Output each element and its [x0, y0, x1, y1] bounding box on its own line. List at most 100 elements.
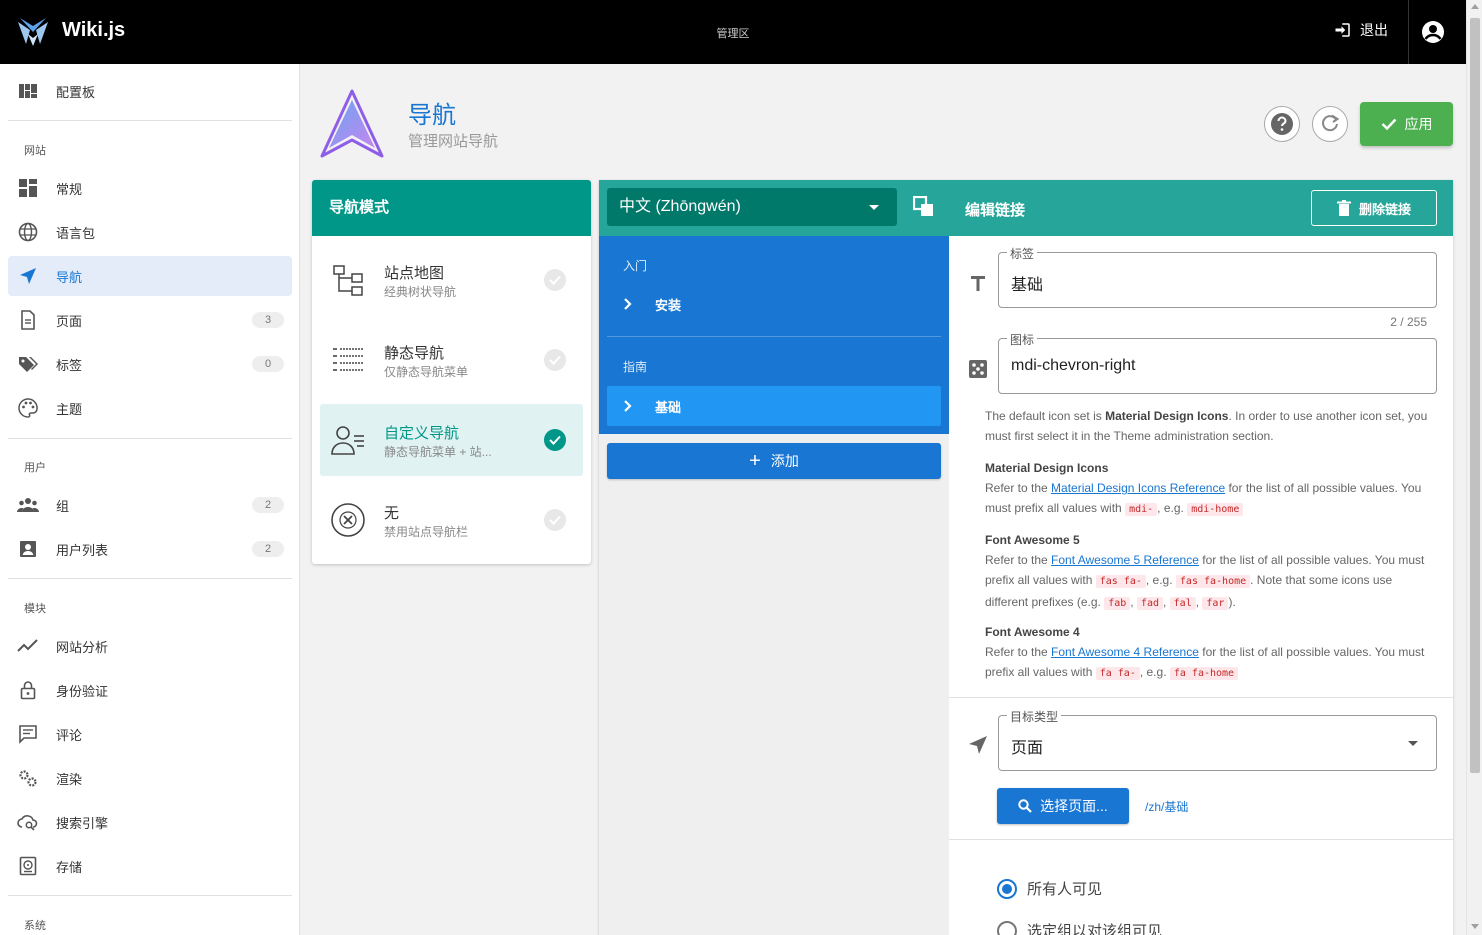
- target-type-label: 目标类型: [1007, 708, 1062, 725]
- nav-link-label: 基础: [655, 399, 682, 415]
- help-button[interactable]: [1264, 106, 1300, 142]
- sidebar-item-storage[interactable]: 存储: [8, 846, 292, 886]
- sidebar-divider: [8, 895, 292, 896]
- apply-button[interactable]: 应用: [1360, 102, 1453, 146]
- copy-icon[interactable]: [913, 196, 935, 218]
- group-header[interactable]: 入门: [623, 257, 647, 274]
- close-circle-icon: [331, 503, 365, 537]
- sidebar-item-label: 常规: [56, 181, 83, 197]
- format-text-icon: [971, 276, 985, 291]
- nav-link-item[interactable]: 安装: [607, 284, 941, 324]
- language-select[interactable]: 中文 (Zhōngwén): [607, 188, 897, 226]
- code-snippet: mdi-home: [1187, 503, 1244, 516]
- sidebar-item-dashboard[interactable]: 配置板: [8, 71, 292, 111]
- target-type-select[interactable]: 目标类型 页面: [998, 708, 1437, 771]
- logout-icon: [1335, 23, 1350, 37]
- target-type-value: 页面: [1011, 740, 1044, 757]
- sidebar-item-auth[interactable]: 身份验证: [8, 670, 292, 710]
- label-field-value[interactable]: 基础: [1011, 271, 1043, 295]
- icon-help-fa4: Font Awesome 4 Refer to the Font Awesome…: [985, 622, 1435, 684]
- sidebar-item-theme[interactable]: 主题: [8, 388, 292, 428]
- count-badge: 0: [252, 356, 284, 372]
- wikijs-logo-icon[interactable]: [16, 16, 50, 48]
- links-divider: [607, 336, 941, 337]
- sidebar-item-tags[interactable]: 标签 0: [8, 344, 292, 384]
- logout-label: 退出: [1360, 22, 1388, 38]
- sidebar-item-comments[interactable]: 评论: [8, 714, 292, 754]
- icon-field[interactable]: 图标 mdi-chevron-right: [998, 331, 1437, 394]
- sidebar-item-general[interactable]: 常规: [8, 168, 292, 208]
- radio-checked-icon: [997, 878, 1017, 899]
- sidebar-item-rendering[interactable]: 渲染: [8, 758, 292, 798]
- search-icon: [1018, 799, 1032, 813]
- sidebar-item-pages[interactable]: 页面 3: [8, 300, 292, 340]
- trash-icon: [1336, 200, 1351, 216]
- count-badge: 3: [252, 312, 284, 328]
- help-text: ).: [1228, 595, 1236, 609]
- sidebar-item-label: 身份验证: [56, 683, 109, 699]
- help-heading: Material Design Icons: [985, 461, 1109, 475]
- dice-icon: [969, 360, 987, 378]
- icon-help-fa5: Font Awesome 5 Refer to the Font Awesome…: [985, 530, 1435, 614]
- code-snippet: fas fa-home: [1175, 575, 1251, 588]
- select-page-button[interactable]: 选择页面...: [997, 788, 1129, 824]
- help-text: Refer to the: [985, 481, 1052, 495]
- mode-option-custom[interactable]: 自定义导航 静态导航菜单 + 站...: [320, 404, 583, 476]
- chevron-right-icon: [624, 400, 632, 412]
- refresh-button[interactable]: [1312, 106, 1348, 142]
- sidebar-item-users[interactable]: 用户列表 2: [8, 529, 292, 569]
- page-title: 导航: [408, 102, 456, 129]
- icon-help-mdi: Material Design Icons Refer to the Mater…: [985, 458, 1435, 520]
- mode-option-static[interactable]: 静态导航 仅静态导航菜单: [320, 324, 583, 396]
- sidebar-item-locale[interactable]: 语言包: [8, 212, 292, 252]
- tune-icon: [17, 177, 39, 199]
- link-properties-panel: 标签 基础 2 / 255 图标 mdi-chevron-right The d…: [949, 236, 1453, 935]
- fa4-reference-link[interactable]: Font Awesome 4 Reference: [1051, 645, 1199, 659]
- editor-toolbar: 中文 (Zhōngwén) 编辑链接 删除链接: [599, 180, 1453, 236]
- sidebar-item-label: 页面: [56, 313, 83, 329]
- nav-link-item-selected[interactable]: 基础: [607, 386, 941, 426]
- mode-option-none[interactable]: 无 禁用站点导航栏: [320, 484, 583, 556]
- mode-name: 自定义导航: [384, 425, 460, 442]
- account-icon[interactable]: [1421, 20, 1445, 44]
- scroll-down-arrow-icon[interactable]: [1471, 924, 1479, 929]
- target-page-path[interactable]: /zh/基础: [1145, 798, 1188, 815]
- sidebar-item-label: 渲染: [56, 771, 83, 787]
- code-snippet: fas fa-: [1095, 575, 1146, 588]
- visibility-all-radio[interactable]: 所有人可见: [997, 878, 1102, 899]
- scroll-up-arrow-icon[interactable]: [1471, 4, 1479, 9]
- mdi-reference-link[interactable]: Material Design Icons Reference: [1051, 481, 1225, 495]
- help-heading: Font Awesome 5: [985, 533, 1080, 547]
- sidebar-divider: [8, 120, 292, 121]
- mode-description: 仅静态导航菜单: [384, 365, 469, 379]
- sidebar-item-groups[interactable]: 组 2: [8, 485, 292, 525]
- icon-field-label: 图标: [1007, 331, 1038, 348]
- page-scrollbar[interactable]: [1466, 0, 1482, 935]
- sidebar-item-navigation[interactable]: 导航: [8, 256, 292, 296]
- add-link-button[interactable]: + 添加: [607, 443, 941, 479]
- sidebar-item-analytics[interactable]: 网站分析: [8, 626, 292, 666]
- logout-button[interactable]: 退出: [1334, 20, 1388, 40]
- radio-unchecked-icon: [997, 920, 1017, 935]
- fa5-reference-link[interactable]: Font Awesome 5 Reference: [1051, 553, 1199, 567]
- sidebar-item-label: 存储: [56, 859, 83, 875]
- help-text-bold: Material Design Icons: [1105, 409, 1229, 423]
- label-field[interactable]: 标签 基础: [998, 245, 1437, 308]
- section-title-system: 系统: [24, 920, 46, 932]
- check-icon: [1381, 118, 1396, 131]
- check-circle-icon: [544, 349, 566, 371]
- chevron-right-icon: [624, 298, 632, 310]
- group-header[interactable]: 指南: [623, 358, 647, 375]
- delete-link-button[interactable]: 删除链接: [1311, 190, 1437, 226]
- visibility-groups-radio[interactable]: 选定组以对该组可见: [997, 920, 1162, 935]
- mode-option-sitetree[interactable]: 站点地图 经典树状导航: [320, 244, 583, 316]
- sidebar-item-search[interactable]: 搜索引擎: [8, 802, 292, 842]
- comment-icon: [17, 723, 39, 745]
- sidebar-item-label: 导航: [56, 269, 83, 285]
- navigation-icon: [17, 265, 39, 287]
- globe-icon: [17, 221, 39, 243]
- scroll-thumb[interactable]: [1470, 18, 1480, 773]
- section-title-modules: 模块: [24, 603, 46, 615]
- icon-field-value[interactable]: mdi-chevron-right: [1011, 357, 1135, 375]
- brand-name[interactable]: Wiki.js: [62, 19, 125, 42]
